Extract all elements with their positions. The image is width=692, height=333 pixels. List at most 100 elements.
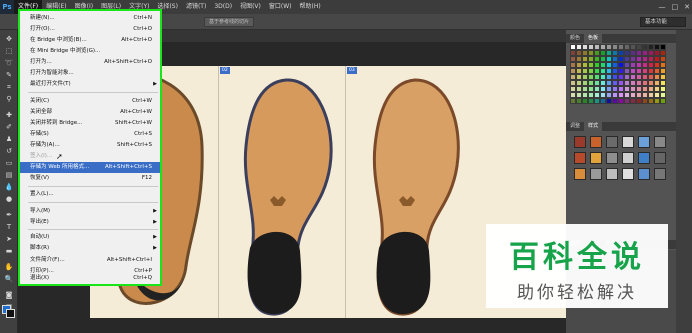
menu-item-scripts[interactable]: 脚本(R) ▶ bbox=[20, 243, 160, 254]
brush-tool-icon[interactable]: ✐ bbox=[3, 122, 15, 132]
style-preset[interactable] bbox=[606, 152, 618, 164]
style-preset[interactable] bbox=[574, 136, 586, 148]
watermark-title: 百科全说 bbox=[509, 240, 645, 275]
submenu-arrow-icon: ▶ bbox=[153, 81, 157, 87]
menu-item-open[interactable]: 打开(O)... Ctrl+O bbox=[20, 24, 160, 35]
style-preset[interactable] bbox=[622, 136, 634, 148]
tab-color[interactable]: 颜色 bbox=[566, 34, 584, 43]
mouse-cursor-icon: ➚ bbox=[56, 152, 63, 161]
workspace-select[interactable]: 基本功能 bbox=[640, 17, 686, 27]
photoshop-window: Ps 文件(F) 编辑(E) 图像(I) 图层(L) 文字(Y) 选择(S) 滤… bbox=[0, 0, 692, 333]
style-preset[interactable] bbox=[574, 152, 586, 164]
color-swatch[interactable] bbox=[660, 98, 666, 104]
menu-item-save-for-web[interactable]: 存储为 Web 所用格式... Alt+Shift+Ctrl+S bbox=[20, 162, 160, 173]
menu-3d[interactable]: 3D(D) bbox=[210, 0, 236, 14]
menu-separator bbox=[28, 229, 158, 230]
hand-tool-icon[interactable]: ✋ bbox=[3, 262, 15, 272]
maximize-icon[interactable]: □ bbox=[672, 3, 679, 11]
background-color-swatch[interactable] bbox=[6, 309, 15, 318]
stamp-tool-icon[interactable]: ♟ bbox=[3, 134, 15, 144]
menu-view[interactable]: 视图(V) bbox=[236, 0, 265, 14]
slices-from-guides-button[interactable]: 基于参考线的切片 bbox=[204, 17, 255, 27]
submenu-arrow-icon: ▶ bbox=[153, 234, 157, 240]
dodge-tool-icon[interactable]: ● bbox=[3, 194, 15, 204]
menu-separator bbox=[28, 202, 158, 203]
style-preset[interactable] bbox=[590, 168, 602, 180]
zoom-tool-icon[interactable]: 🔍 bbox=[3, 274, 15, 284]
style-preset[interactable] bbox=[654, 168, 666, 180]
tools-panel: ✥ ⬚ ➰ ✎ ⌗ ⚲ ✚ ✐ ♟ ↺ ▭ ▤ 💧 ● ✒ T ➤ ▬ ✋ 🔍 … bbox=[0, 30, 18, 333]
style-preset[interactable] bbox=[638, 152, 650, 164]
crop-tool-icon[interactable]: ⌗ bbox=[3, 82, 15, 92]
menu-item-import[interactable]: 导入(M) ▶ bbox=[20, 206, 160, 217]
path-select-tool-icon[interactable]: ➤ bbox=[3, 234, 15, 244]
tab-swatches[interactable]: 色板 bbox=[584, 34, 603, 43]
tab-adjustments[interactable]: 调整 bbox=[566, 122, 584, 131]
type-tool-icon[interactable]: T bbox=[3, 222, 15, 232]
style-preset[interactable] bbox=[590, 136, 602, 148]
menu-item-exit-visible[interactable]: 退出(X) Ctrl+Q bbox=[20, 273, 160, 284]
style-preset[interactable] bbox=[606, 168, 618, 180]
menu-item-close[interactable]: 关闭(C) Ctrl+W bbox=[20, 96, 160, 107]
menu-item-browse-bridge[interactable]: 在 Bridge 中浏览(B)... Alt+Ctrl+O bbox=[20, 35, 160, 46]
menu-item-recent-files[interactable]: 最近打开文件(T) ▶ bbox=[20, 79, 160, 90]
submenu-arrow-icon: ▶ bbox=[153, 245, 157, 251]
style-preset[interactable] bbox=[654, 152, 666, 164]
close-icon[interactable]: ✕ bbox=[684, 3, 690, 11]
lasso-tool-icon[interactable]: ➰ bbox=[3, 58, 15, 68]
submenu-arrow-icon: ▶ bbox=[153, 208, 157, 214]
swatches-panel-header: 颜色 色板 bbox=[566, 34, 676, 43]
menu-item-close-go-bridge[interactable]: 关闭并转到 Bridge... Shift+Ctrl+W bbox=[20, 118, 160, 129]
style-preset[interactable] bbox=[574, 168, 586, 180]
window-controls: — □ ✕ bbox=[659, 0, 691, 14]
style-preset[interactable] bbox=[638, 136, 650, 148]
style-preset[interactable] bbox=[590, 152, 602, 164]
eyedropper-tool-icon[interactable]: ⚲ bbox=[3, 94, 15, 104]
menu-item-automate[interactable]: 自动(U) ▶ bbox=[20, 232, 160, 243]
shape-tool-icon[interactable]: ▬ bbox=[3, 246, 15, 256]
menu-item-file-info[interactable]: 文件简介(F)... Alt+Shift+Ctrl+I bbox=[20, 255, 160, 266]
quick-select-tool-icon[interactable]: ✎ bbox=[3, 70, 15, 80]
menu-item-save[interactable]: 存储(S) Ctrl+S bbox=[20, 129, 160, 140]
tab-styles[interactable]: 样式 bbox=[584, 122, 603, 131]
history-brush-tool-icon[interactable]: ↺ bbox=[3, 146, 15, 156]
photoshop-logo: Ps bbox=[0, 0, 14, 14]
menu-item-place[interactable]: 置入(L)... bbox=[20, 189, 160, 200]
quick-mask-icon[interactable]: ◙ bbox=[3, 290, 15, 300]
style-preset[interactable] bbox=[654, 136, 666, 148]
watermark-subtitle: 助你轻松解决 bbox=[517, 283, 637, 303]
gradient-tool-icon[interactable]: ▤ bbox=[3, 170, 15, 180]
menu-filter[interactable]: 滤镜(T) bbox=[182, 0, 210, 14]
styles-panel-header: 调整 样式 bbox=[566, 122, 676, 131]
styles-grid[interactable] bbox=[574, 136, 668, 182]
move-tool-icon[interactable]: ✥ bbox=[3, 34, 15, 44]
panel-dock bbox=[676, 30, 692, 333]
menu-item-open-as[interactable]: 打开为... Alt+Shift+Ctrl+O bbox=[20, 57, 160, 68]
menu-item-check-in: 签入(I)... bbox=[30, 153, 53, 159]
menu-item-new[interactable]: 新建(N)... Ctrl+N bbox=[20, 13, 160, 24]
menu-item-browse-mini-bridge[interactable]: 在 Mini Bridge 中浏览(G)... bbox=[20, 46, 160, 57]
menu-item-save-as[interactable]: 存储为(A)... Shift+Ctrl+S bbox=[20, 140, 160, 151]
pen-tool-icon[interactable]: ✒ bbox=[3, 210, 15, 220]
style-preset[interactable] bbox=[638, 168, 650, 180]
menu-separator bbox=[28, 186, 158, 187]
menu-item-export[interactable]: 导出(E) ▶ bbox=[20, 217, 160, 228]
marquee-tool-icon[interactable]: ⬚ bbox=[3, 46, 15, 56]
menu-item-open-smart-object[interactable]: 打开为智能对象... bbox=[20, 68, 160, 79]
style-preset[interactable] bbox=[622, 152, 634, 164]
menu-help[interactable]: 帮助(H) bbox=[296, 0, 325, 14]
shoe-sole-image bbox=[372, 78, 460, 316]
file-menu-dropdown: 新建(N)... Ctrl+N 打开(O)... Ctrl+O 在 Bridge 中… bbox=[18, 9, 162, 286]
menu-item-close-all[interactable]: 关闭全部 Alt+Ctrl+W bbox=[20, 107, 160, 118]
shoe-sole-image bbox=[243, 78, 333, 316]
blur-tool-icon[interactable]: 💧 bbox=[3, 182, 15, 192]
menu-window[interactable]: 窗口(W) bbox=[265, 0, 296, 14]
watermark-overlay: 百科全说 助你轻松解决 bbox=[486, 224, 668, 308]
style-preset[interactable] bbox=[606, 136, 618, 148]
minimize-icon[interactable]: — bbox=[659, 3, 666, 11]
eraser-tool-icon[interactable]: ▭ bbox=[3, 158, 15, 168]
menu-item-revert[interactable]: 恢复(V) F12 bbox=[20, 173, 160, 184]
style-preset[interactable] bbox=[622, 168, 634, 180]
swatches-grid[interactable] bbox=[570, 44, 670, 104]
healing-tool-icon[interactable]: ✚ bbox=[3, 110, 15, 120]
